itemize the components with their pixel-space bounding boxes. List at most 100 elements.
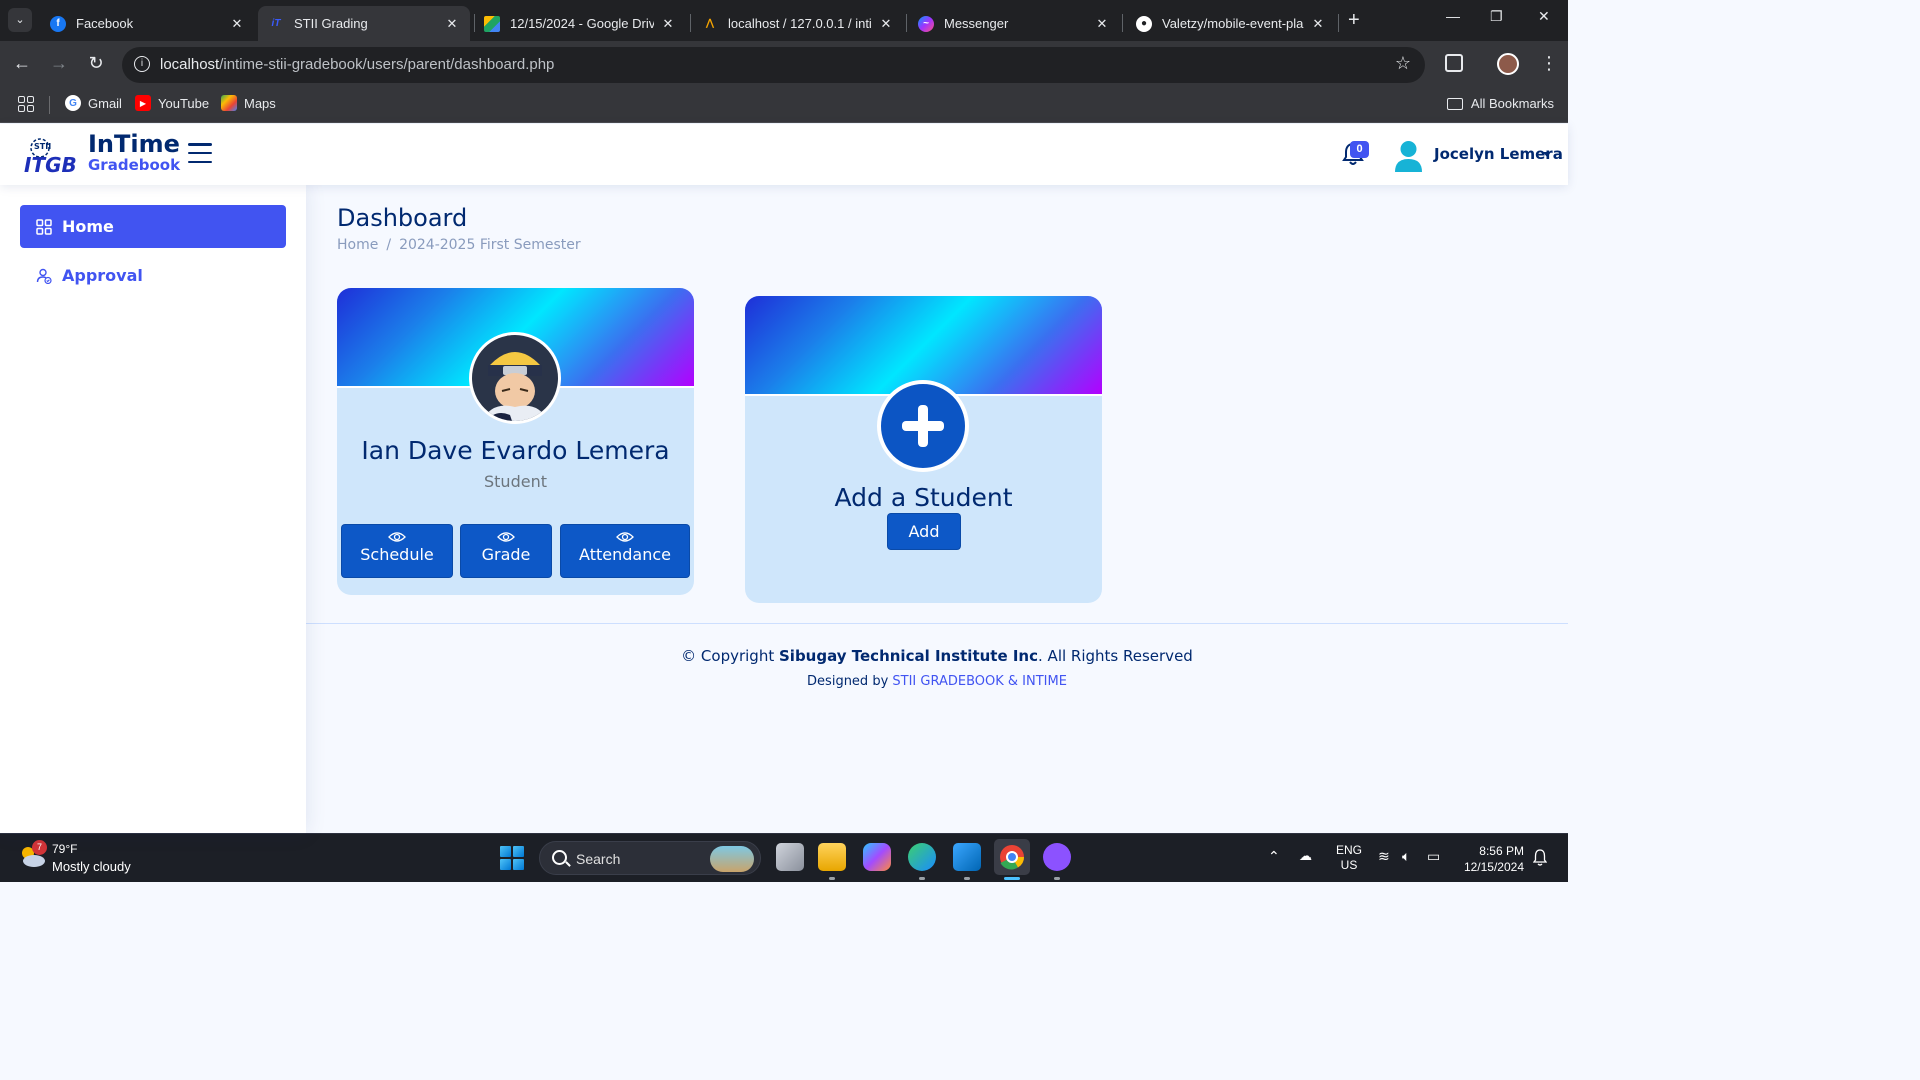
apps-grid-icon[interactable] <box>18 96 34 112</box>
reload-icon[interactable]: ↻ <box>84 53 108 74</box>
user-avatar-icon[interactable] <box>1395 140 1422 172</box>
add-student-card: Add a Student Add <box>745 296 1102 603</box>
tab-github[interactable]: ● Valetzy/mobile-event-plan ✕ <box>1126 6 1336 41</box>
browser-tab-bar: ⌄ f Facebook ✕ iT STII Grading ✕ 12/15/2… <box>0 0 1568 41</box>
designer-link[interactable]: STII GRADEBOOK & INTIME <box>892 674 1067 689</box>
running-indicator <box>829 877 835 880</box>
student-avatar <box>469 332 561 424</box>
svg-text:STII: STII <box>34 142 51 151</box>
url-host: localhost <box>160 56 220 73</box>
running-indicator <box>1054 877 1060 880</box>
weather-description[interactable]: Mostly cloudy <box>52 859 131 874</box>
bookmark-youtube[interactable]: ▶ YouTube <box>135 95 209 111</box>
site-info-icon[interactable]: i <box>134 56 150 72</box>
eye-icon <box>497 532 515 542</box>
url-text[interactable]: localhost/intime-stii-gradebook/users/pa… <box>160 56 554 73</box>
battery-icon[interactable]: ▭ <box>1427 848 1440 865</box>
add-student-plus-icon[interactable] <box>877 380 969 472</box>
sidebar-item-home[interactable]: Home <box>20 205 286 248</box>
student-role: Student <box>484 472 547 491</box>
bookmark-gmail[interactable]: G Gmail <box>65 95 122 111</box>
close-tab-icon[interactable]: ✕ <box>660 16 676 32</box>
windows-start-icon[interactable] <box>500 846 524 870</box>
maps-icon <box>221 95 237 111</box>
tab-facebook[interactable]: f Facebook ✕ <box>40 6 255 41</box>
chrome-menu-icon[interactable]: ⋮ <box>1540 53 1558 74</box>
bookmark-separator <box>49 96 50 114</box>
tab-google-drive[interactable]: 12/15/2024 - Google Drive ✕ <box>474 6 686 41</box>
footer: © Copyright Sibugay Technical Institute … <box>306 623 1568 833</box>
url-path: /intime-stii-gradebook/users/parent/dash… <box>219 56 555 73</box>
google-icon: G <box>65 95 81 111</box>
all-bookmarks-button[interactable]: All Bookmarks <box>1446 96 1554 111</box>
task-view-icon[interactable] <box>776 843 804 871</box>
sidebar-item-approval[interactable]: Approval <box>20 254 286 297</box>
close-tab-icon[interactable]: ✕ <box>229 16 245 32</box>
github-icon: ● <box>1136 15 1152 32</box>
address-bar[interactable]: i localhost/intime-stii-gradebook/users/… <box>122 47 1425 83</box>
chrome-taskbar-button[interactable] <box>994 839 1030 875</box>
running-indicator-active <box>1004 877 1020 880</box>
tab-phpmyadmin[interactable]: ⋀ localhost / 127.0.0.1 / intim ✕ <box>692 6 904 41</box>
add-student-button[interactable]: Add <box>888 514 960 549</box>
taskbar-search[interactable]: Search <box>539 841 761 875</box>
chrome-profile-avatar[interactable] <box>1497 53 1519 75</box>
onedrive-icon[interactable]: ☁ <box>1299 848 1312 864</box>
sidebar: Home Approval <box>0 185 306 833</box>
edge-icon[interactable] <box>908 843 936 871</box>
grade-button[interactable]: Grade <box>461 525 551 577</box>
running-indicator <box>964 877 970 880</box>
language-indicator[interactable]: ENG US <box>1336 843 1362 873</box>
weather-temperature[interactable]: 79°F <box>52 842 77 856</box>
notification-center-icon[interactable] <box>1533 849 1547 866</box>
tab-separator <box>1338 14 1339 32</box>
window-close-icon[interactable]: ✕ <box>1538 8 1550 25</box>
logo-subtitle: Gradebook <box>88 156 181 174</box>
stii-logo[interactable]: STII ITGB <box>22 134 80 176</box>
attendance-button[interactable]: Attendance <box>561 525 689 577</box>
tab-search-button[interactable]: ⌄ <box>8 8 32 32</box>
minimize-icon[interactable]: — <box>1446 8 1460 24</box>
messenger-icon: ~ <box>918 15 934 32</box>
logo-text[interactable]: InTime Gradebook <box>88 132 180 173</box>
tab-messenger[interactable]: ~ Messenger ✕ <box>908 6 1120 41</box>
student-photo <box>472 335 558 421</box>
forward-icon[interactable]: → <box>47 53 71 74</box>
close-tab-icon[interactable]: ✕ <box>1310 16 1326 32</box>
student-name: Ian Dave Evardo Lemera <box>361 436 670 465</box>
github-desktop-icon[interactable] <box>1043 843 1071 871</box>
close-tab-icon[interactable]: ✕ <box>444 16 460 32</box>
breadcrumb: Home / 2024-2025 First Semester <box>337 237 581 253</box>
stii-icon: iT <box>271 18 281 29</box>
bookmark-star-icon[interactable]: ☆ <box>1395 53 1411 74</box>
bookmark-maps[interactable]: Maps <box>221 95 276 111</box>
tab-stii-grading[interactable]: iT STII Grading ✕ <box>258 6 470 41</box>
plus-icon <box>902 405 944 447</box>
volume-icon[interactable]: 🔈︎ <box>1402 848 1410 865</box>
student-card: Ian Dave Evardo Lemera Student Schedule … <box>337 288 694 595</box>
extensions-icon[interactable] <box>1445 54 1463 72</box>
breadcrumb-semester: 2024-2025 First Semester <box>399 237 581 253</box>
file-explorer-icon[interactable] <box>818 843 846 871</box>
sidebar-toggle-icon[interactable] <box>188 143 212 163</box>
bookmarks-bar: G Gmail ▶ YouTube Maps All Bookmarks <box>0 88 1568 123</box>
tab-separator <box>1122 14 1123 32</box>
close-tab-icon[interactable]: ✕ <box>1094 16 1110 32</box>
chevron-down-icon[interactable] <box>1543 152 1551 157</box>
windows-taskbar: 7 79°F Mostly cloudy Search ⌃ ☁ ENG US ≋… <box>0 833 1568 882</box>
vscode-icon[interactable] <box>953 843 981 871</box>
back-icon[interactable]: ← <box>10 53 34 74</box>
restore-icon[interactable]: ❐ <box>1490 8 1503 25</box>
notification-badge: 0 <box>1350 141 1369 158</box>
schedule-button[interactable]: Schedule <box>342 525 452 577</box>
system-clock[interactable]: 8:56 PM 12/15/2024 <box>1456 843 1524 875</box>
breadcrumb-separator: / <box>386 237 392 253</box>
breadcrumb-home[interactable]: Home <box>337 237 378 253</box>
copilot-icon[interactable] <box>863 843 891 871</box>
wifi-icon[interactable]: ≋ <box>1378 848 1390 865</box>
youtube-icon: ▶ <box>135 95 151 111</box>
close-tab-icon[interactable]: ✕ <box>878 16 894 32</box>
search-highlight-image <box>710 846 754 872</box>
new-tab-button[interactable]: + <box>1348 9 1360 32</box>
chevron-up-icon[interactable]: ⌃ <box>1268 848 1280 865</box>
